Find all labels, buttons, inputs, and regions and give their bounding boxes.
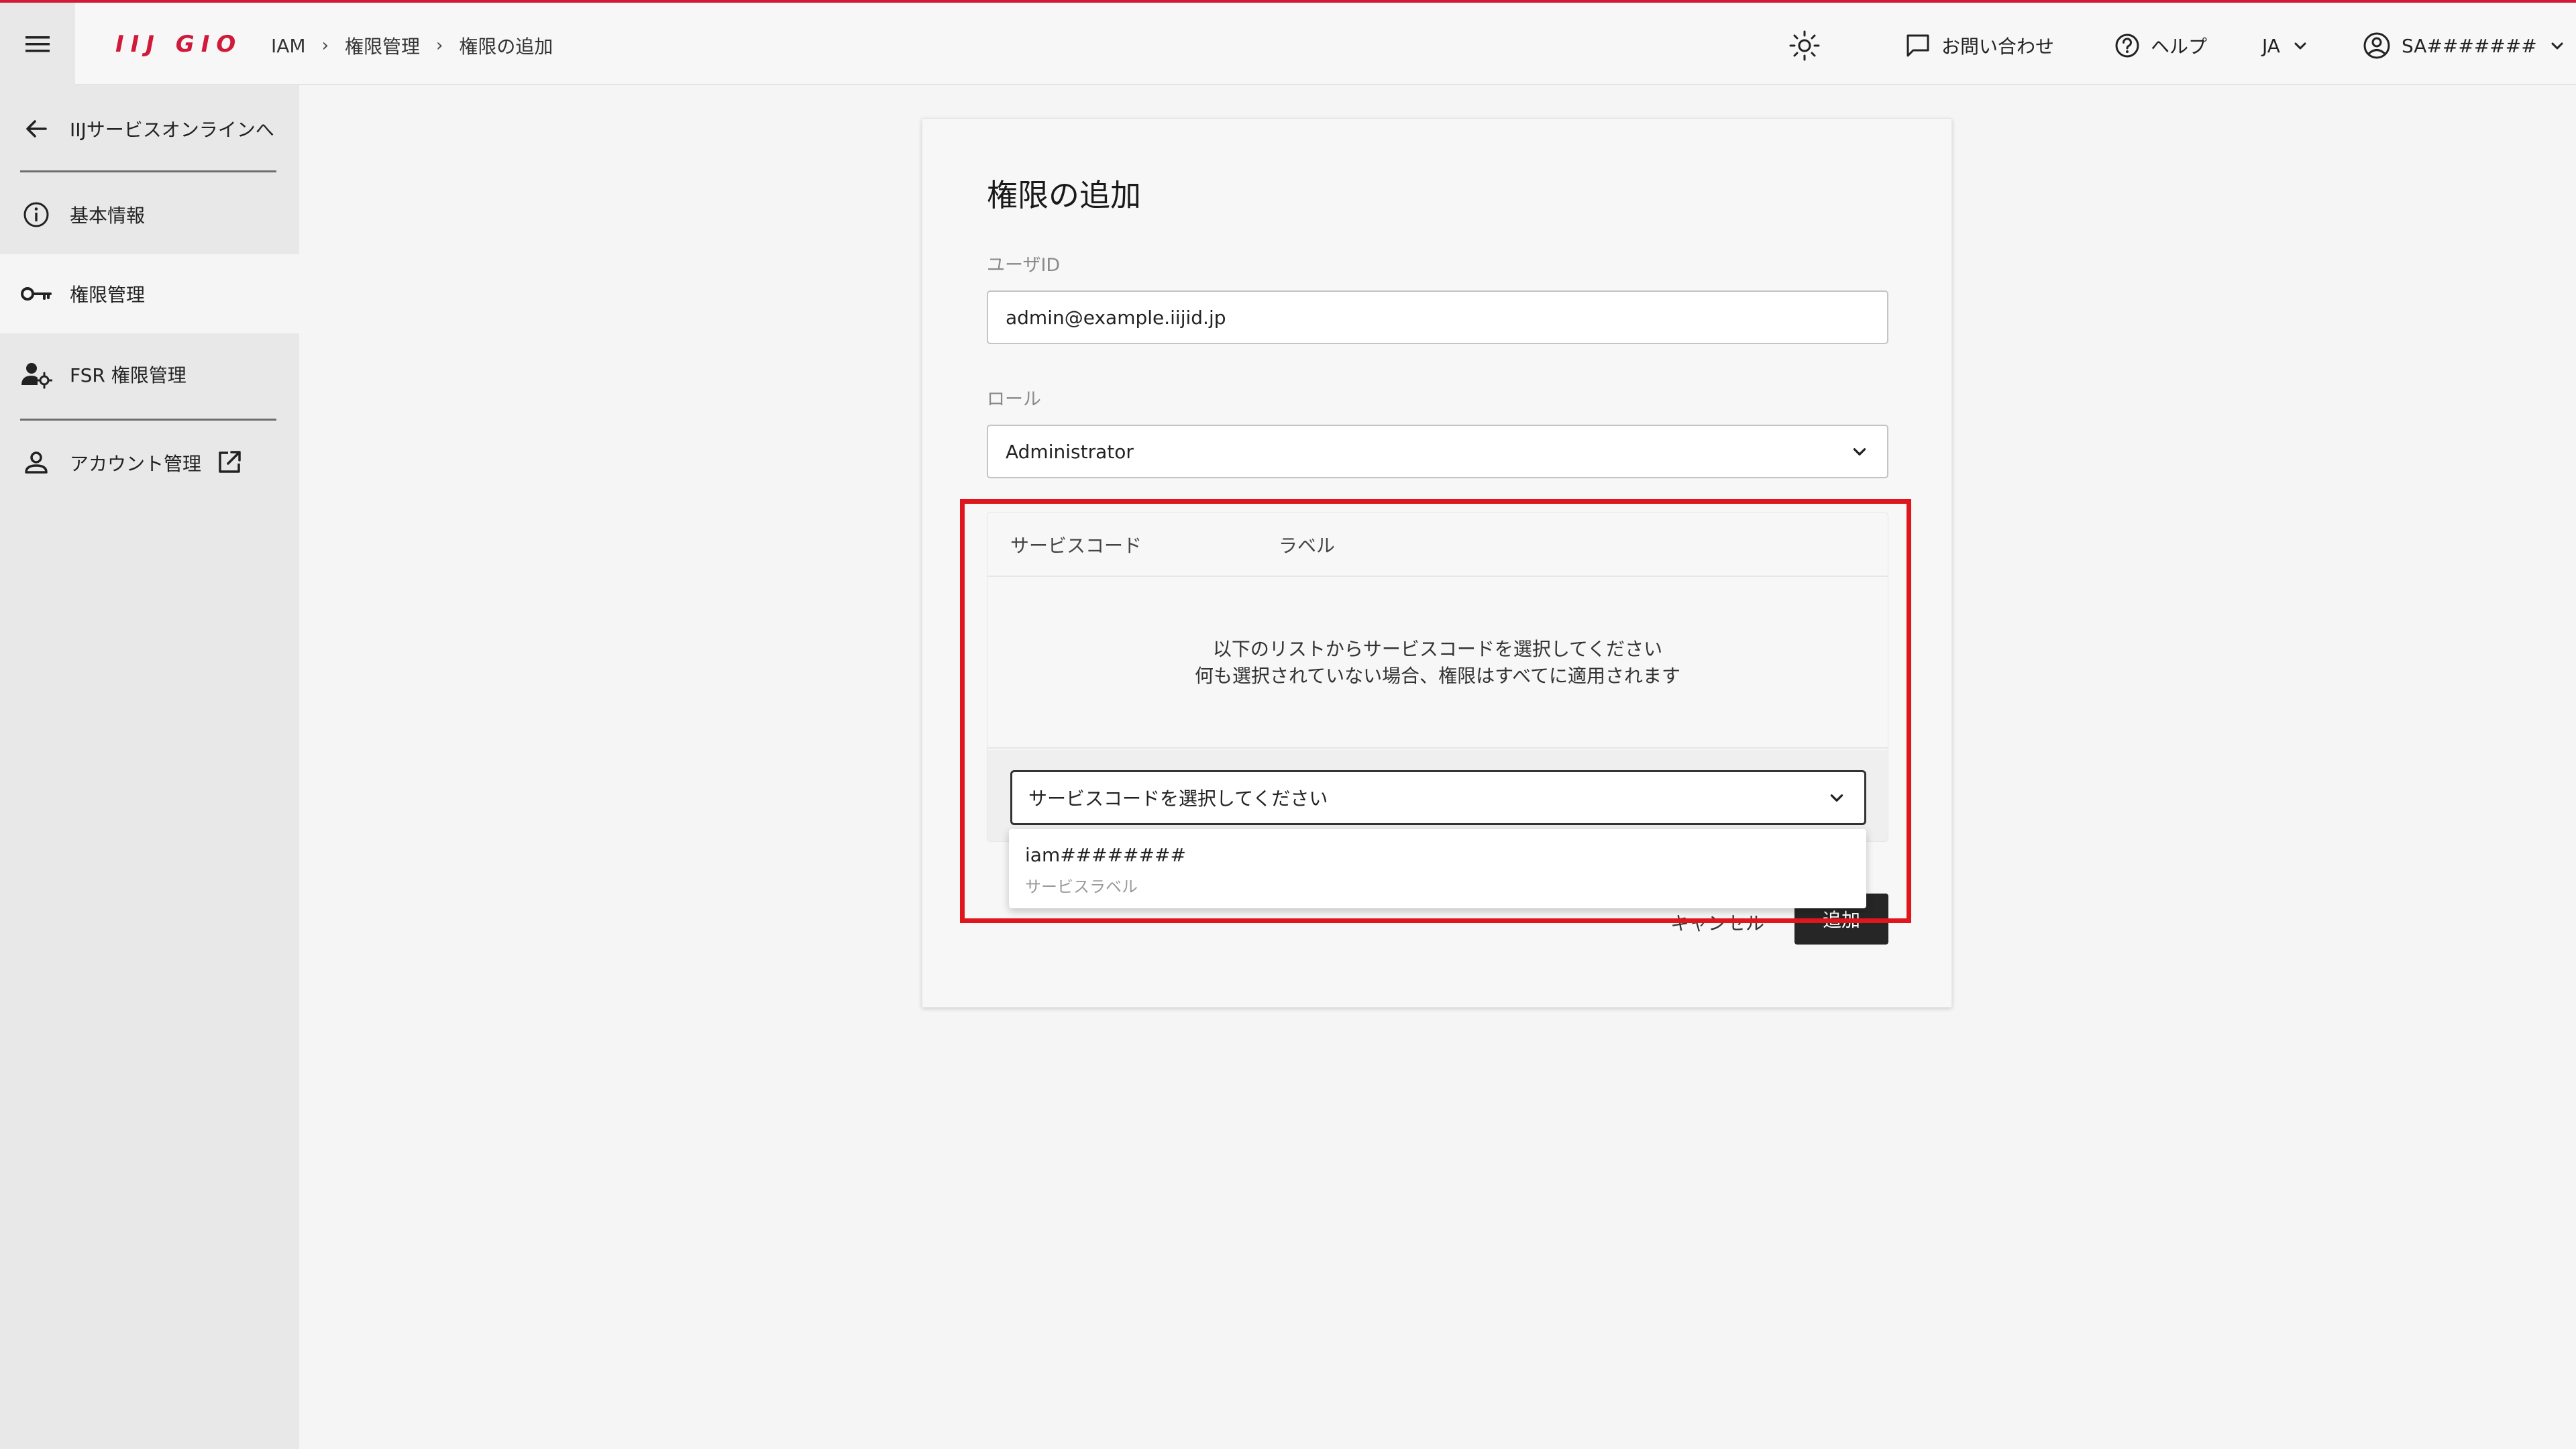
user-menu[interactable]: SA####### — [2361, 28, 2565, 63]
sidebar-item-account-management[interactable]: アカウント管理 — [0, 423, 299, 502]
breadcrumb-permissions[interactable]: 権限管理 — [345, 32, 420, 59]
sidebar-back-label: IIJサービスオンラインへ — [70, 119, 274, 141]
chat-icon — [1907, 34, 1929, 57]
theme-toggle-button[interactable] — [1788, 28, 1821, 63]
table-header: サービスコード ラベル — [987, 513, 1888, 577]
sidebar-item-label: アカウント管理 — [70, 453, 202, 475]
role-select[interactable]: Administrator — [987, 425, 1888, 478]
info-icon — [20, 199, 52, 231]
column-header-label: ラベル — [1279, 535, 1336, 557]
breadcrumb: IAM › 権限管理 › 権限の追加 — [271, 32, 553, 59]
sidebar-item-label: 基本情報 — [70, 205, 146, 227]
person-icon — [20, 447, 52, 479]
option-service-code: iam######## — [1025, 844, 1186, 866]
contact-link[interactable]: お問い合わせ — [1904, 28, 2054, 63]
sidebar-back-link[interactable]: IIJサービスオンラインへ — [0, 105, 299, 152]
sidebar-item-permissions[interactable]: 権限管理 — [0, 254, 299, 333]
user-id-label: ユーザID — [987, 255, 1061, 276]
user-name: SA####### — [2402, 34, 2537, 57]
user-id-value: admin@example.iijid.jp — [1006, 306, 1226, 329]
help-label: ヘルプ — [2151, 36, 2208, 58]
chevron-right-icon: › — [321, 36, 329, 56]
user-settings-icon — [20, 358, 52, 390]
role-label: ロール — [987, 389, 1041, 410]
chevron-down-icon — [2294, 42, 2306, 50]
table-empty-message: 以下のリストからサービスコードを選択してください 何も選択されていない場合、権限… — [987, 578, 1888, 749]
language-label: JA — [2262, 34, 2280, 57]
service-code-dropdown: iam######## サービスラベル — [1009, 829, 1866, 908]
sidebar-divider — [20, 170, 276, 172]
user-id-field[interactable]: admin@example.iijid.jp — [987, 290, 1888, 344]
service-code-table: サービスコード ラベル 以下のリストからサービスコードを選択してください 何も選… — [987, 512, 1888, 842]
table-footer: サービスコードを選択してください — [987, 750, 1888, 841]
chevron-down-icon — [1830, 794, 1843, 802]
hamburger-icon — [25, 36, 50, 52]
sidebar-item-label: 権限管理 — [70, 284, 146, 306]
sidebar-item-label: FSR 権限管理 — [70, 364, 186, 386]
service-code-select[interactable]: サービスコードを選択してください — [1010, 770, 1866, 825]
account-circle-icon — [2363, 32, 2390, 59]
key-icon — [20, 278, 52, 310]
service-code-placeholder: サービスコードを選択してください — [1028, 788, 1328, 810]
chevron-down-icon — [2551, 42, 2563, 50]
arrow-left-icon — [20, 113, 52, 145]
sidebar-item-basic-info[interactable]: 基本情報 — [0, 175, 299, 254]
empty-message-line1: 以下のリストからサービスコードを選択してください — [1212, 638, 1663, 660]
top-header: IIJ GIO IAM › 権限管理 › 権限の追加 お問い合わせ ヘルプ JA… — [0, 0, 2576, 85]
option-service-label: サービスラベル — [1025, 877, 1138, 896]
external-link-icon — [216, 449, 243, 480]
sidebar: IIJサービスオンラインへ 基本情報 権限管理 FSR 権限管理 アカウント管理 — [0, 85, 299, 1449]
role-value: Administrator — [1006, 440, 1134, 463]
breadcrumb-iam[interactable]: IAM — [271, 35, 306, 57]
sidebar-item-fsr-permissions[interactable]: FSR 権限管理 — [0, 335, 299, 414]
brand-logo[interactable]: IIJ GIO — [115, 30, 242, 59]
sun-icon — [1789, 30, 1820, 61]
chevron-down-icon — [1853, 448, 1866, 455]
empty-message-line2: 何も選択されていない場合、権限はすべてに適用されます — [1194, 665, 1681, 687]
dropdown-option[interactable]: iam######## サービスラベル — [1009, 829, 1866, 908]
sidebar-divider — [20, 419, 276, 421]
contact-label: お問い合わせ — [1941, 36, 2055, 58]
page-title: 権限の追加 — [987, 177, 1141, 213]
column-header-service-code: サービスコード — [1010, 535, 1142, 557]
help-link[interactable]: ヘルプ — [2113, 28, 2207, 63]
help-icon — [2115, 34, 2139, 58]
language-select[interactable]: JA — [2262, 28, 2308, 63]
chevron-right-icon: › — [436, 36, 443, 56]
menu-button[interactable] — [0, 3, 75, 85]
breadcrumb-current: 権限の追加 — [459, 36, 553, 58]
